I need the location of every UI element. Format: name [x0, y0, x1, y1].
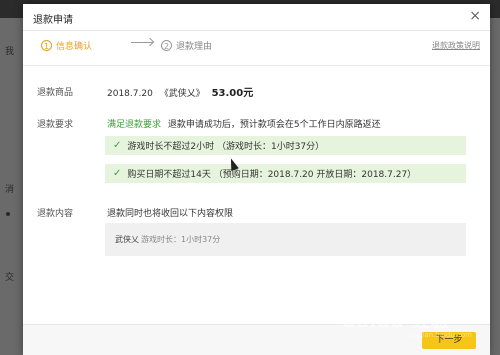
step-info-confirm: 1 信息确认 [41, 39, 92, 52]
dialog-title: 退款申请 [33, 15, 73, 26]
step-number: 1 [41, 40, 52, 51]
requirement-text: 游戏时长不超过2小时 （游戏时长：1小时37分） [127, 142, 325, 152]
background-label: 我 [5, 47, 15, 57]
requirements-status: 满足退款要求 [107, 120, 162, 130]
content-label: 退款内容 [37, 209, 74, 219]
requirements-note: 退款申请成功后，预计款项会在5个工作日内原路返还 [167, 120, 381, 130]
product-date: 2018.7.20 [107, 89, 153, 99]
requirement-item: ✓ 购买日期不超过14天 （预购日期：2018.7.20 开放日期：2018.7… [105, 164, 466, 183]
close-icon[interactable]: × [469, 9, 481, 23]
requirements-label: 退款要求 [37, 120, 74, 130]
watermark-url: jingyan.baidu.com [407, 331, 472, 339]
product-price: 53.00元 [211, 88, 254, 99]
content-game-name: 武侠乂 [115, 235, 139, 244]
step-refund-reason: 2 退款理由 [161, 39, 212, 52]
arrow-right-icon [131, 42, 153, 43]
product-label: 退款商品 [37, 88, 74, 98]
background-bullet [6, 212, 10, 216]
divider [23, 65, 490, 66]
content-description: 退款同时也将收回以下内容权限 [107, 209, 234, 219]
refund-policy-link[interactable]: 退款政策说明 [432, 40, 480, 51]
content-playtime: 游戏时长：1小时37分 [141, 235, 221, 244]
content-item: 武侠乂 游戏时长：1小时37分 [105, 223, 466, 256]
step-label: 退款理由 [176, 42, 213, 52]
dialog-header: 退款申请 × [23, 4, 490, 31]
product-name: 《武侠乂》 [159, 89, 205, 99]
step-label: 信息确认 [56, 42, 93, 52]
watermark-logo: Baidu 经验 [341, 311, 450, 332]
product-value: 2018.7.20 《武侠乂》 53.00元 [107, 84, 253, 99]
background-label: 交 [5, 273, 15, 283]
background-label: 消 [5, 185, 15, 195]
check-icon: ✓ [113, 168, 122, 179]
requirement-text: 购买日期不超过14天 （预购日期：2018.7.20 开放日期：2018.7.2… [127, 170, 417, 180]
refund-dialog: 退款申请 × 1 信息确认 2 退款理由 退款政策说明 退款商品 2018.7.… [23, 4, 490, 355]
step-indicator: 1 信息确认 2 退款理由 [41, 39, 481, 57]
check-icon: ✓ [113, 140, 122, 151]
step-number: 2 [161, 40, 172, 51]
requirement-item: ✓ 游戏时长不超过2小时 （游戏时长：1小时37分） [105, 136, 466, 155]
requirements-summary: 满足退款要求 退款申请成功后，预计款项会在5个工作日内原路返还 [107, 117, 381, 130]
